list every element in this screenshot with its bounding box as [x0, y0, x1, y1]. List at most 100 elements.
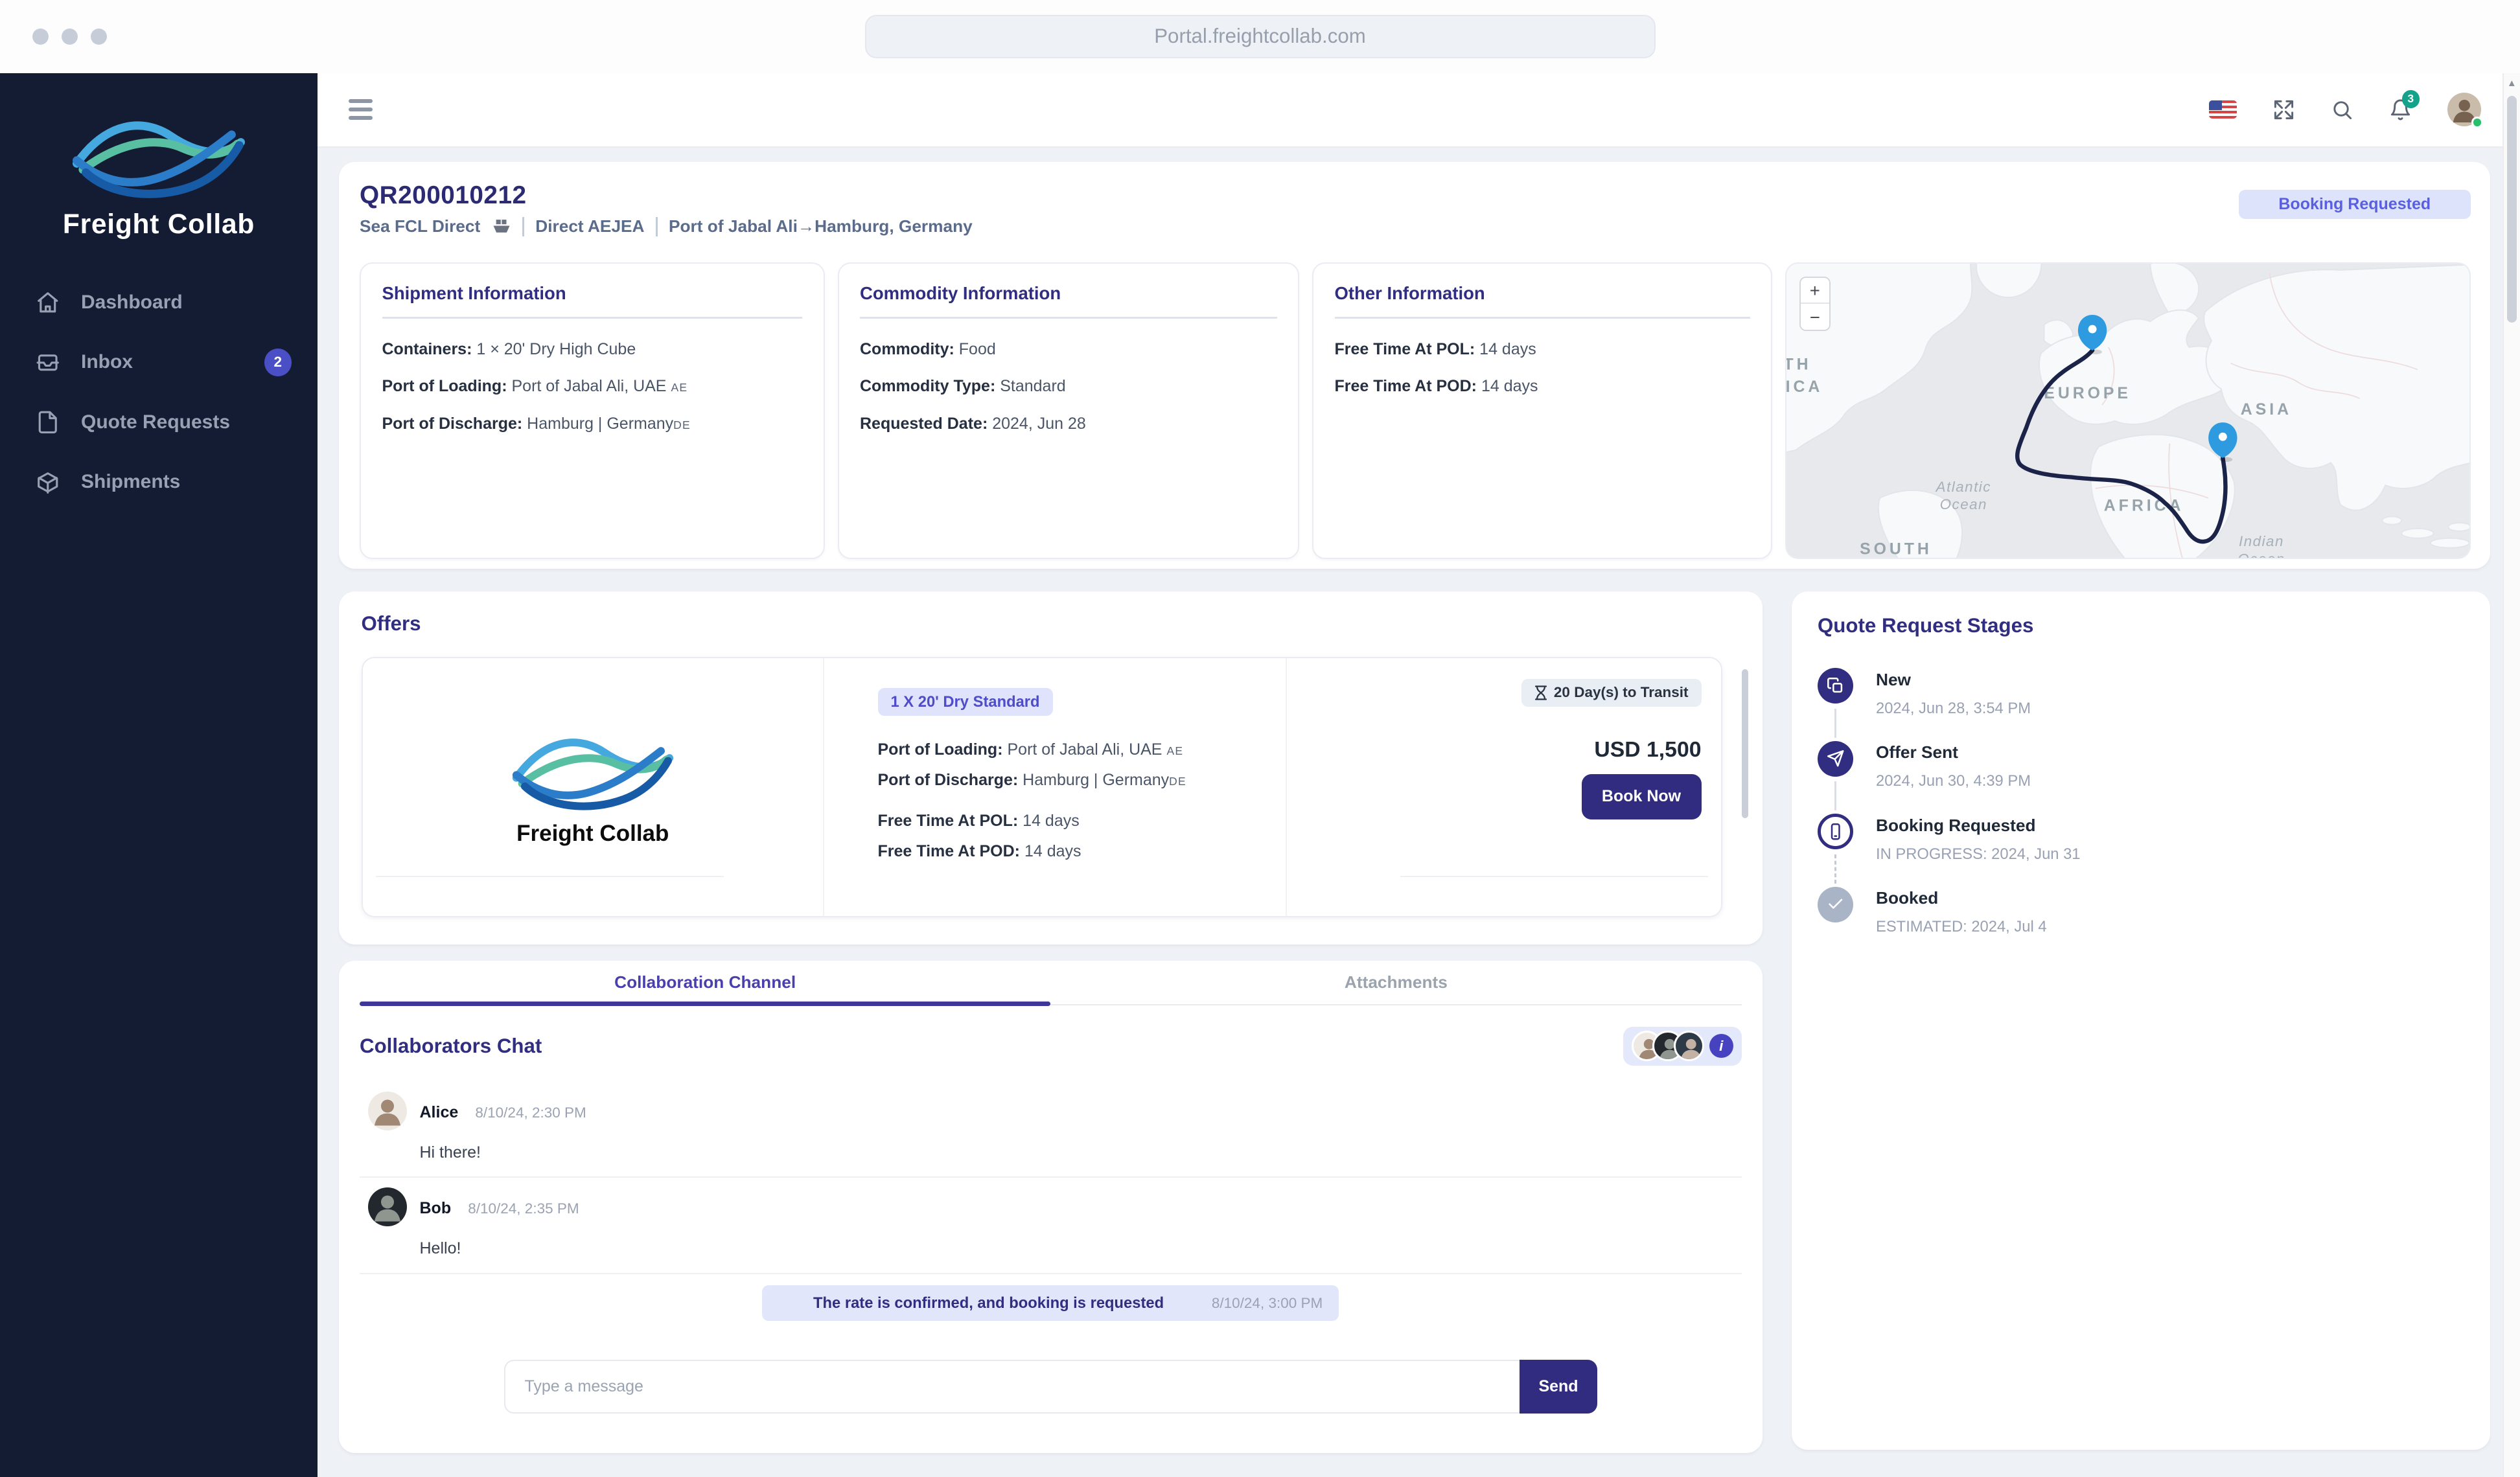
avatar	[368, 1092, 407, 1130]
send-button[interactable]: Send	[1520, 1360, 1597, 1414]
world-map-svg: NORTH AMERICA EUROPE ASIA AFRICA SOUTH A…	[1786, 264, 2469, 558]
user-avatar[interactable]	[2447, 93, 2482, 127]
svg-text:Ocean: Ocean	[2237, 551, 2285, 557]
system-message-text: The rate is confirmed, and booking is re…	[778, 1294, 1199, 1312]
chat-title: Collaborators Chat	[360, 1035, 542, 1058]
sidebar-item-inbox[interactable]: Inbox 2	[0, 332, 318, 393]
stage-offer-sent: Offer Sent 2024, Jun 30, 4:39 PM	[1818, 741, 2464, 814]
map-label-america: AMERICA	[1786, 378, 1823, 396]
message-input[interactable]	[504, 1360, 1520, 1414]
tab-collaboration-channel[interactable]: Collaboration Channel	[360, 961, 1050, 1005]
browser-address-bar[interactable]: Portal.freightcollab.com	[865, 15, 1656, 59]
send-icon	[1818, 741, 1853, 777]
map-label-asia: ASIA	[2241, 401, 2292, 418]
map-label-indian: Indian	[2239, 533, 2284, 549]
book-now-button[interactable]: Book Now	[1582, 774, 1702, 819]
hourglass-icon	[1534, 685, 1547, 701]
sidebar-item-dashboard[interactable]: Dashboard	[0, 273, 318, 333]
stages-title: Quote Request Stages	[1818, 614, 2464, 637]
window-controls[interactable]	[32, 0, 107, 73]
browser-chrome: Portal.freightcollab.com	[0, 0, 2520, 73]
search-button[interactable]	[2331, 98, 2353, 121]
country-code: DE	[673, 418, 691, 431]
card-title: Other Information	[1335, 283, 1750, 304]
country-code: DE	[1169, 775, 1186, 788]
brand: Freight Collab	[0, 73, 318, 240]
carrier-logo-block: Freight Collab	[363, 658, 825, 917]
stage-new: New 2024, Jun 28, 3:54 PM	[1818, 668, 2464, 741]
quote-header-panel: QR200010212 Sea FCL Direct Direct AEJEA …	[339, 162, 2490, 569]
participants-group[interactable]: i	[1623, 1027, 1742, 1066]
chat-info-icon[interactable]: i	[1709, 1034, 1734, 1059]
notifications-button[interactable]: 3	[2389, 98, 2412, 121]
notification-count-badge: 3	[2402, 90, 2420, 108]
sidebar-item-label: Shipments	[81, 471, 180, 493]
divider	[1335, 317, 1750, 319]
fullscreen-button[interactable]	[2272, 98, 2295, 121]
sidebar-item-label: Quote Requests	[81, 411, 230, 433]
card-title: Shipment Information	[382, 283, 803, 304]
quote-subtitle: Sea FCL Direct Direct AEJEA Port of Jaba…	[360, 216, 2471, 236]
window-dot[interactable]	[91, 29, 107, 45]
document-icon	[36, 410, 60, 435]
offer-details: 1 X 20' Dry Standard Port of Loading: Po…	[824, 658, 1287, 917]
sidebar-nav: Dashboard Inbox 2 Quote Requests Shipmen…	[0, 273, 318, 512]
participant-avatar	[1674, 1031, 1705, 1062]
divider	[376, 876, 724, 878]
divider	[656, 217, 658, 236]
page-scrollbar[interactable]: ▲	[2503, 73, 2520, 1477]
info-row-pod: Port of Discharge: Hamburg | GermanyDE	[382, 413, 803, 435]
sidebar-item-quote-requests[interactable]: Quote Requests	[0, 393, 318, 453]
scrollbar-thumb[interactable]	[2507, 96, 2517, 323]
card-title: Commodity Information	[860, 283, 1277, 304]
menu-toggle-button[interactable]	[349, 99, 373, 120]
url-text: Portal.freightcollab.com	[1154, 25, 1366, 48]
route-map[interactable]: NORTH AMERICA EUROPE ASIA AFRICA SOUTH A…	[1785, 262, 2471, 559]
sidebar-item-label: Dashboard	[81, 292, 183, 314]
divider	[382, 317, 803, 319]
tab-attachments[interactable]: Attachments	[1050, 961, 1741, 1005]
route-text: Port of Jabal Ali→Hamburg, Germany	[669, 216, 973, 236]
chat-messages: Alice 8/10/24, 2:30 PM Hi there!	[360, 1082, 1742, 1274]
divider	[860, 317, 1277, 319]
window-dot[interactable]	[62, 29, 78, 45]
expand-icon	[2272, 98, 2295, 121]
topbar: 3	[318, 73, 2520, 148]
sidebar-item-shipments[interactable]: Shipments	[0, 452, 318, 512]
commodity-information-card: Commodity Information Commodity: Food Co…	[838, 262, 1300, 559]
sidebar-item-label: Inbox	[81, 351, 133, 373]
offer-row-free-time-pod: Free Time At POD: 14 days	[878, 840, 1269, 863]
screenshot-root: Portal.freightcollab.com Freight Collab …	[0, 0, 2520, 1477]
page-title-quote-id: QR200010212	[360, 181, 2471, 210]
home-icon	[36, 290, 60, 315]
service-name: Direct AEJEA	[535, 216, 644, 236]
copy-icon	[1818, 668, 1853, 704]
map-zoom-in-button[interactable]: +	[1801, 278, 1829, 304]
message-author: Alice	[420, 1103, 459, 1121]
chat-message: Bob 8/10/24, 2:35 PM Hello!	[360, 1178, 1742, 1274]
package-icon	[36, 470, 60, 495]
us-flag-icon	[2209, 100, 2237, 119]
info-row-commodity: Commodity: Food	[860, 338, 1277, 361]
map-label-north: NORTH	[1786, 356, 1812, 374]
info-row-requested-date: Requested Date: 2024, Jun 28	[860, 413, 1277, 435]
transport-mode: Sea FCL Direct	[360, 216, 480, 236]
window-dot[interactable]	[32, 29, 49, 45]
system-message-time: 8/10/24, 3:00 PM	[1212, 1295, 1323, 1312]
inbox-icon	[36, 350, 60, 375]
language-selector[interactable]	[2209, 100, 2237, 119]
info-row-pol: Port of Loading: Port of Jabal Ali, UAE …	[382, 375, 803, 398]
stage-booking-requested: Booking Requested IN PROGRESS: 2024, Jun…	[1818, 814, 2464, 887]
avatar	[368, 1187, 407, 1226]
map-zoom-out-button[interactable]: −	[1801, 304, 1829, 330]
offers-scrollbar[interactable]	[1742, 669, 1748, 818]
scrollbar-up-arrow[interactable]: ▲	[2504, 73, 2520, 89]
message-text: Hi there!	[420, 1143, 1742, 1162]
map-label-europe: EUROPE	[2044, 385, 2131, 402]
collab-tabs: Collaboration Channel Attachments	[360, 961, 1742, 1006]
chat-message: Alice 8/10/24, 2:30 PM Hi there!	[360, 1082, 1742, 1178]
info-row-free-time-pol: Free Time At POL: 14 days	[1335, 338, 1750, 361]
stages-timeline: New 2024, Jun 28, 3:54 PM Offer Sent 202…	[1818, 668, 2464, 959]
offer-row-free-time-pol: Free Time At POL: 14 days	[878, 810, 1269, 832]
message-author: Bob	[420, 1199, 452, 1217]
